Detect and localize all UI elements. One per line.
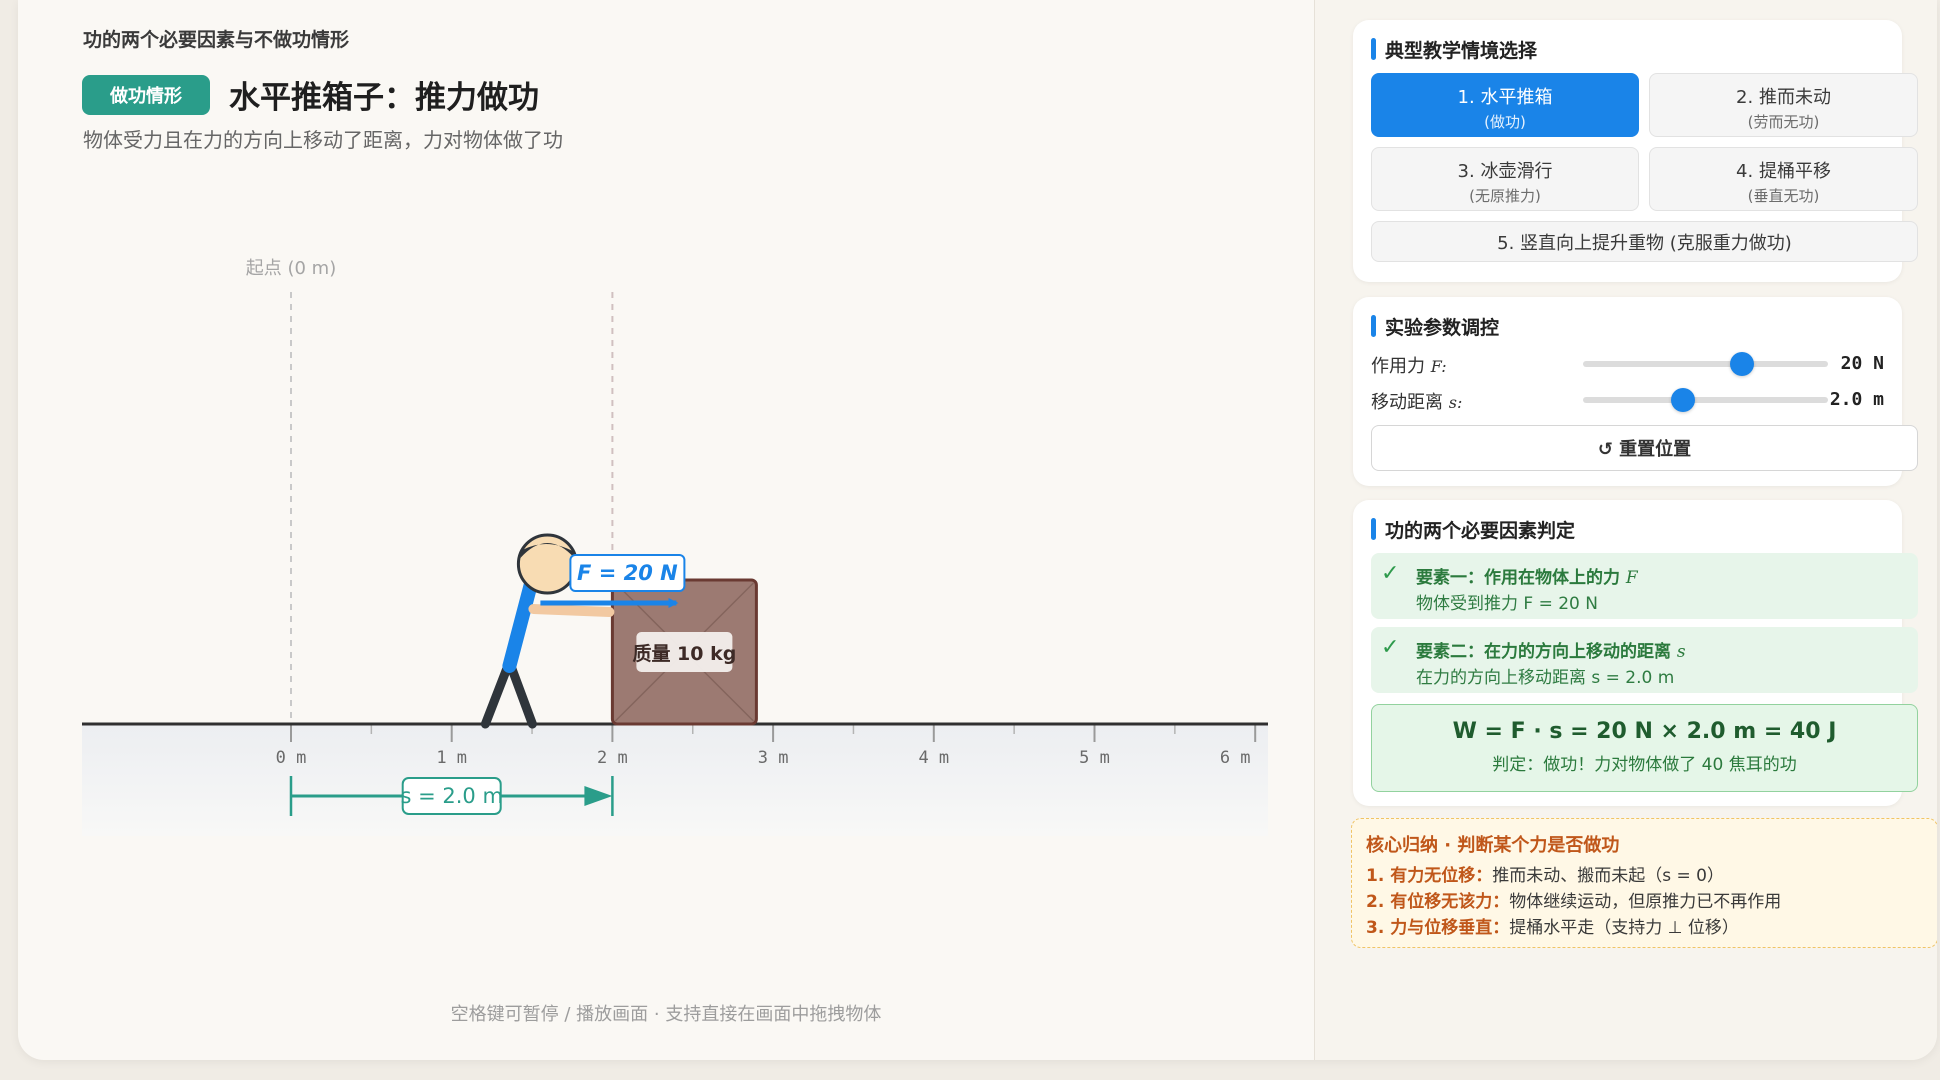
- scenario-option-label: 2. 推而未动: [1736, 87, 1831, 108]
- summary-row-3: 3. 力与位移垂直：提桶水平走（支持力 ⊥ 位移）: [1366, 913, 1739, 938]
- scenario-option-sub: (垂直无功): [1747, 187, 1820, 205]
- scenario-option-lift-weight[interactable]: 5. 竖直向上提升重物 (克服重力做功): [1371, 221, 1918, 262]
- scenario-card: 典型教学情境选择 1. 水平推箱 (做功) 2. 推而未动 (劳而无功) 3. …: [1353, 20, 1918, 282]
- summary-row-text: 推而未动、搬而未起（s = 0）: [1492, 866, 1724, 886]
- factor-force: ✓ 要素一：作用在物体上的力 F 物体受到推力 F = 20 N: [1371, 553, 1918, 619]
- factor-distance-title: 要素二：在力的方向上移动的距离 s: [1416, 637, 1686, 662]
- force-param-text: 作用力: [1371, 356, 1425, 377]
- scenario-option-push-box[interactable]: 1. 水平推箱 (做功): [1371, 73, 1639, 137]
- params-card-title: 实验参数调控: [1371, 313, 1499, 340]
- force-label: F = 20 N: [577, 561, 678, 585]
- distance-param-label: 移动距离 s:: [1371, 388, 1462, 414]
- judgement-card-title: 功的两个必要因素判定: [1371, 516, 1575, 543]
- scenario-option-label: 4. 提桶平移: [1736, 161, 1831, 182]
- summary-box: 核心归纳 · 判断某个力是否做功 1. 有力无位移：推而未动、搬而未起（s = …: [1351, 818, 1937, 948]
- factor-distance-desc: 在力的方向上移动距离 s = 2.0 m: [1416, 668, 1675, 688]
- force-param-symbol: F:: [1430, 357, 1447, 376]
- force-value: 20 N: [1840, 353, 1884, 374]
- force-param-label: 作用力 F:: [1371, 352, 1447, 378]
- distance-slider-thumb[interactable]: [1671, 388, 1696, 412]
- reset-position-button[interactable]: ↺ 重置位置: [1371, 425, 1918, 471]
- summary-row-2: 2. 有位移无该力：物体继续运动，但原推力已不再作用: [1366, 887, 1781, 912]
- summary-row-text: 物体继续运动，但原推力已不再作用: [1509, 892, 1782, 912]
- scenario-option-label: 1. 水平推箱: [1457, 87, 1553, 108]
- factor-distance: ✓ 要素二：在力的方向上移动的距离 s 在力的方向上移动距离 s = 2.0 m: [1371, 627, 1918, 693]
- scenario-card-title: 典型教学情境选择: [1371, 36, 1537, 63]
- distance-label: s = 2.0 m: [400, 784, 502, 808]
- judgement-card: 功的两个必要因素判定 ✓ 要素一：作用在物体上的力 F 物体受到推力 F = 2…: [1353, 500, 1918, 806]
- summary-row-1: 1. 有力无位移：推而未动、搬而未起（s = 0）: [1366, 861, 1724, 886]
- simulation-stage: 功的两个必要因素与不做功情形 做功情形 水平推箱子：推力做功 物体受力且在力的方…: [18, 0, 1314, 1060]
- control-sidebar: 典型教学情境选择 1. 水平推箱 (做功) 2. 推而未动 (劳而无功) 3. …: [1314, 0, 1937, 1060]
- factor-force-title: 要素一：作用在物体上的力 F: [1416, 563, 1638, 588]
- check-icon: ✓: [1381, 561, 1400, 586]
- distance-param-text: 移动距离: [1371, 392, 1443, 413]
- distance-value: 2.0 m: [1829, 389, 1884, 410]
- factor-distance-title-text: 要素二：在力的方向上移动的距离: [1416, 642, 1671, 662]
- mass-label: 质量 10 kg: [632, 643, 736, 665]
- factor-force-symbol: F: [1625, 568, 1638, 588]
- params-card: 实验参数调控 作用力 F: 20 N 移动距离 s: 2.0 m ↺ 重置位置: [1353, 297, 1918, 486]
- app-window: 功的两个必要因素与不做功情形 做功情形 水平推箱子：推力做功 物体受力且在力的方…: [18, 0, 1937, 1060]
- work-verdict: 判定：做功！力对物体做了 40 焦耳的功: [1492, 755, 1797, 775]
- distance-slider[interactable]: [1583, 388, 1828, 412]
- scenario-option-curling[interactable]: 3. 冰壶滑行 (无原推力): [1371, 147, 1639, 211]
- force-slider-thumb[interactable]: [1730, 352, 1755, 376]
- check-icon: ✓: [1381, 635, 1400, 660]
- summary-title: 核心归纳 · 判断某个力是否做功: [1366, 835, 1620, 856]
- scenario-option-push-no-move[interactable]: 2. 推而未动 (劳而无功): [1649, 73, 1918, 137]
- factor-force-desc: 物体受到推力 F = 20 N: [1416, 594, 1598, 614]
- work-formula-box: W = F · s = 20 N × 2.0 m = 40 J 判定：做功！力对…: [1371, 704, 1918, 792]
- physics-scene-canvas[interactable]: 0 m 1 m 2 m 3 m 4 m 5 m 6 m 起点 (0 m) 质量 10 kg: [18, 0, 1314, 900]
- ruler-tick-label: 5 m: [1079, 748, 1110, 768]
- ruler-tick-label: 1 m: [436, 748, 467, 768]
- scenario-option-sub: (劳而无功): [1747, 113, 1820, 131]
- summary-row-key: 1. 有力无位移：: [1366, 866, 1493, 886]
- keyboard-hint: 空格键可暂停 / 播放画面 · 支持直接在画面中拖拽物体: [450, 1004, 882, 1025]
- summary-row-text: 提桶水平走（支持力 ⊥ 位移）: [1509, 918, 1739, 938]
- ruler-tick-label: 6 m: [1220, 748, 1251, 768]
- factor-force-title-text: 要素一：作用在物体上的力: [1416, 568, 1620, 588]
- summary-row-key: 2. 有位移无该力：: [1366, 892, 1510, 912]
- summary-row-key: 3. 力与位移垂直：: [1366, 918, 1510, 938]
- force-slider[interactable]: [1583, 352, 1828, 376]
- start-marker-label: 起点 (0 m): [246, 258, 336, 279]
- scenario-option-sub: (做功): [1484, 113, 1526, 131]
- ground-area: [82, 724, 1268, 836]
- scenario-option-carry-bucket[interactable]: 4. 提桶平移 (垂直无功): [1649, 147, 1918, 211]
- factor-distance-symbol: s: [1676, 642, 1686, 662]
- ruler-tick-label: 4 m: [918, 748, 949, 768]
- distance-param-symbol: s:: [1448, 393, 1463, 412]
- ruler-tick-label: 0 m: [276, 748, 307, 768]
- ruler-tick-label: 3 m: [758, 748, 789, 768]
- scenario-option-sub: (无原推力): [1469, 187, 1541, 205]
- work-formula: W = F · s = 20 N × 2.0 m = 40 J: [1452, 719, 1837, 744]
- ruler-tick-label: 2 m: [597, 748, 628, 768]
- scenario-option-label: 3. 冰壶滑行: [1457, 161, 1553, 182]
